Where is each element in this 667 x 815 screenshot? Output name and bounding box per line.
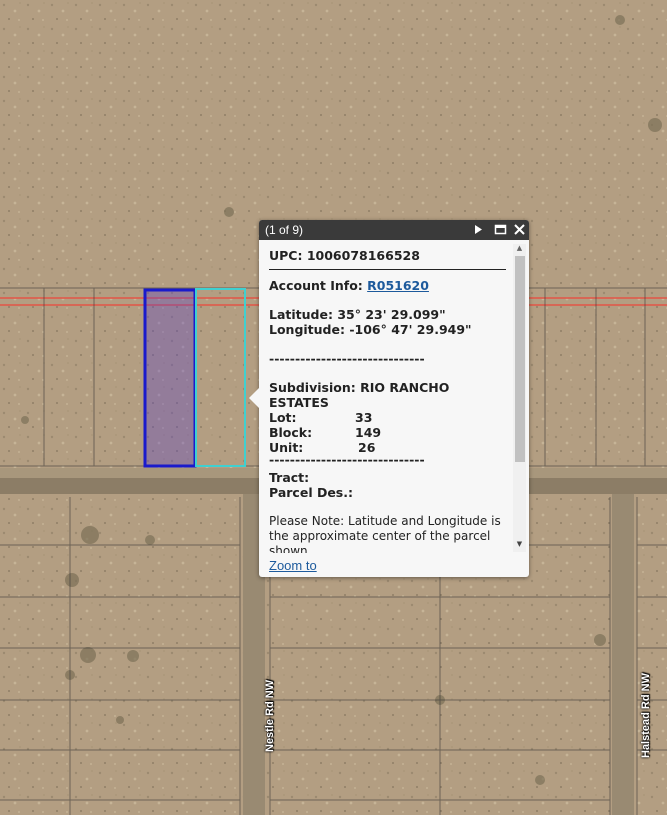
latitude-value: 35° 23' 29.099" [337,307,446,322]
popup-header: (1 of 9) [259,220,529,240]
parcel-label: Parcel Des.: [269,485,353,500]
subdivision-row: Subdivision: RIO RANCHO ESTATES [269,380,459,410]
zoom-to-link[interactable]: Zoom to [269,558,317,573]
next-feature-button[interactable] [471,222,486,237]
parcel-row: Parcel Des.: [269,485,511,500]
street-label-halstead: Halstead Rd NW [640,673,652,758]
dash-divider-2: ------------------------------ [269,455,425,464]
popup-title: (1 of 9) [265,223,304,237]
scroll-down-icon[interactable]: ▼ [515,540,524,550]
maximize-button[interactable] [493,222,508,237]
subdivision-label: Subdivision: [269,380,356,395]
close-icon [514,224,525,235]
upc-value: 1006078166528 [306,248,420,263]
lot-value: 33 [355,410,373,425]
play-icon [475,225,482,234]
lot-label: Lot: [269,410,297,425]
lot-row: Lot: 33 [269,410,511,425]
unit-row: Unit: 26 [269,440,511,455]
scroll-up-icon[interactable]: ▲ [515,244,524,254]
latitude-row: Latitude: 35° 23' 29.099" [269,307,511,322]
latitude-label: Latitude: [269,307,333,322]
block-value: 149 [355,425,382,440]
unit-value: 26 [358,440,376,455]
longitude-value: -106° 47' 29.949" [349,322,472,337]
info-popup: (1 of 9) UPC: 1006078166528 Account Info… [249,220,529,577]
selected-parcel[interactable] [143,288,197,468]
popup-scrollbar[interactable]: ▲ ▼ [513,244,526,552]
maximize-icon [494,224,507,235]
unit-label: Unit: [269,440,304,455]
street-label-nestle: Nestle Rd NW [264,679,276,752]
upc-row: UPC: 1006078166528 [269,248,511,263]
popup-content[interactable]: UPC: 1006078166528 Account Info: R051620… [269,248,511,553]
account-label: Account Info: [269,278,363,293]
account-link[interactable]: R051620 [367,278,429,293]
longitude-label: Longitude: [269,322,345,337]
block-row: Block: 149 [269,425,511,440]
block-label: Block: [269,425,313,440]
account-row: Account Info: R051620 [269,278,511,293]
road-halstead [612,494,634,815]
close-button[interactable] [512,222,527,237]
dash-divider: ------------------------------ [269,351,425,366]
popup-pointer [249,388,259,408]
scroll-thumb[interactable] [515,256,525,462]
upc-label: UPC: [269,248,303,263]
tract-row: Tract: [269,470,511,485]
tract-label: Tract: [269,470,310,485]
note-text: Please Note: Latitude and Longitude is t… [269,514,501,553]
longitude-row: Longitude: -106° 47' 29.949" [269,322,511,337]
